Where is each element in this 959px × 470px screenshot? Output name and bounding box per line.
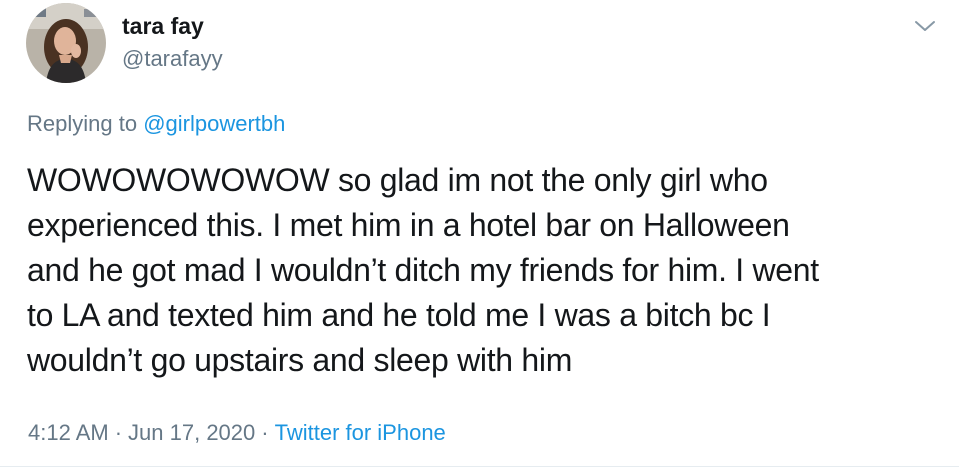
user-handle[interactable]: @tarafayy [122, 45, 223, 73]
tweet-time[interactable]: 4:12 AM [28, 420, 109, 445]
tweet-text-line: and he got mad I wouldn’t ditch my frien… [27, 252, 819, 288]
profile-photo-image [26, 3, 106, 83]
tweet-card: tara fay @tarafayy Replying to @girlpowe… [0, 0, 959, 470]
tweet-source-link[interactable]: Twitter for iPhone [275, 420, 446, 445]
tweet-text-line: to LA and texted him and he told me I wa… [27, 297, 771, 333]
tweet-text-line: wouldn’t go upstairs and sleep with him [27, 342, 573, 378]
tweet-text: WOWOWOWOWOW so glad im not the only girl… [27, 158, 932, 383]
tweet-date[interactable]: Jun 17, 2020 [128, 420, 255, 445]
tweet-text-line: WOWOWOWOWOW so glad im not the only girl… [27, 162, 768, 198]
reply-mention-link[interactable]: @girlpowertbh [143, 111, 285, 136]
replying-to: Replying to @girlpowertbh [27, 109, 285, 139]
tweet-text-line: experienced this. I met him in a hotel b… [27, 207, 790, 243]
chevron-down-icon[interactable] [912, 16, 938, 36]
display-name[interactable]: tara fay [122, 12, 204, 40]
meta-separator: · [261, 420, 269, 445]
replying-to-label: Replying to [27, 111, 144, 136]
meta-separator: · [114, 420, 123, 445]
tweet-meta: 4:12 AM · Jun 17, 2020 · Twitter for iPhone [28, 418, 446, 448]
divider [0, 466, 959, 467]
avatar[interactable] [26, 3, 106, 83]
